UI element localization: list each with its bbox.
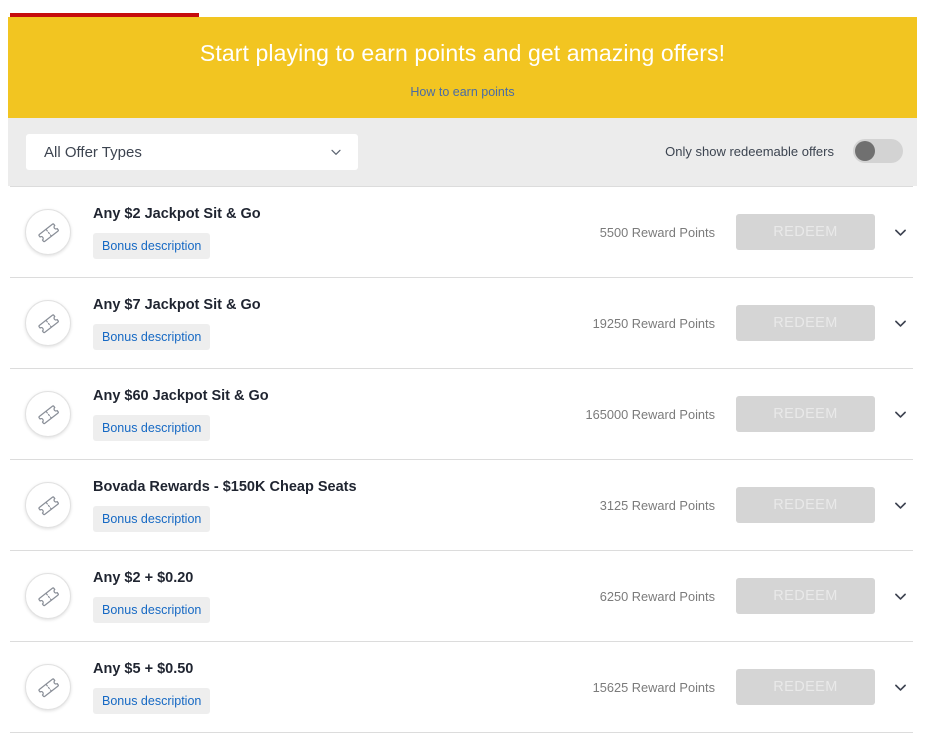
offer-row[interactable]: Bovada Rewards - $150K Cheap Seats Bonus…	[0, 460, 927, 550]
expand-row-button[interactable]	[887, 497, 913, 514]
bonus-description-chip[interactable]: Bonus description	[93, 233, 211, 259]
bonus-description-chip[interactable]: Bonus description	[93, 688, 211, 714]
offer-row[interactable]: Any $2 + $0.20 Bonus description 6250 Re…	[0, 551, 927, 641]
ticket-icon	[25, 300, 71, 346]
offer-points: 6250 Reward Points	[599, 588, 715, 604]
offer-text: Bovada Rewards - $150K Cheap Seats Bonus…	[93, 478, 600, 532]
offer-title: Any $60 Jackpot Sit & Go	[93, 388, 269, 404]
redeem-button[interactable]: REDEEM	[736, 487, 875, 523]
offer-points: 165000 Reward Points	[585, 406, 715, 422]
offer-points: 15625 Reward Points	[592, 679, 715, 695]
promo-title: Start playing to earn points and get ama…	[199, 40, 726, 66]
offer-text: Any $60 Jackpot Sit & Go Bonus descripti…	[93, 387, 586, 441]
expand-row-button[interactable]	[887, 679, 913, 696]
redeem-button[interactable]: REDEEM	[736, 305, 875, 341]
offer-row[interactable]: Any $2 Jackpot Sit & Go Bonus descriptio…	[0, 187, 927, 277]
offer-row[interactable]: Any $60 Jackpot Sit & Go Bonus descripti…	[0, 369, 927, 459]
offer-type-select[interactable]: All Offer Types	[26, 134, 358, 170]
offer-text: Any $5 + $0.50 Bonus description	[93, 660, 593, 714]
chevron-down-icon	[894, 593, 906, 600]
chevron-down-icon	[894, 411, 906, 418]
rewards-offers-page: Start playing to earn points and get ama…	[0, 0, 927, 749]
expand-row-button[interactable]	[887, 588, 913, 605]
ticket-icon	[25, 482, 71, 528]
offer-title: Any $5 + $0.50	[93, 661, 194, 677]
offer-text: Any $2 Jackpot Sit & Go Bonus descriptio…	[93, 205, 600, 259]
redeem-button[interactable]: REDEEM	[736, 669, 875, 705]
offer-title: Any $7 Jackpot Sit & Go	[93, 297, 261, 313]
offer-text: Any $7 Jackpot Sit & Go Bonus descriptio…	[93, 296, 593, 350]
bonus-description-chip[interactable]: Bonus description	[93, 324, 211, 350]
chevron-down-icon	[331, 149, 341, 155]
expand-row-button[interactable]	[887, 224, 913, 241]
chevron-down-icon	[894, 684, 906, 691]
bonus-description-chip[interactable]: Bonus description	[93, 597, 211, 623]
chevron-down-icon	[894, 320, 906, 327]
redeemable-offers-toggle[interactable]	[853, 139, 903, 163]
offer-points: 19250 Reward Points	[592, 315, 715, 331]
expand-row-button[interactable]	[887, 406, 913, 423]
offer-type-select-value: All Offer Types	[44, 143, 142, 161]
offer-row[interactable]: Any $7 Jackpot Sit & Go Bonus descriptio…	[0, 278, 927, 368]
ticket-icon	[25, 209, 71, 255]
offer-points: 3125 Reward Points	[599, 497, 715, 513]
ticket-icon	[25, 664, 71, 710]
redeem-button[interactable]: REDEEM	[736, 214, 875, 250]
bonus-description-chip[interactable]: Bonus description	[93, 506, 211, 532]
redeem-button[interactable]: REDEEM	[736, 578, 875, 614]
redeemable-toggle-label: Only show redeemable offers	[665, 143, 834, 159]
bonus-description-chip[interactable]: Bonus description	[93, 415, 211, 441]
chevron-down-icon	[894, 229, 906, 236]
expand-row-button[interactable]	[887, 315, 913, 332]
list-divider	[10, 732, 913, 733]
offer-title: Any $2 + $0.20	[93, 570, 194, 586]
redeemable-toggle-group: Only show redeemable offers	[665, 139, 903, 163]
ticket-icon	[25, 391, 71, 437]
offer-title: Any $2 Jackpot Sit & Go	[93, 206, 261, 222]
chevron-down-icon	[894, 502, 906, 509]
how-to-earn-points-link[interactable]: How to earn points	[410, 85, 514, 99]
offer-row[interactable]: Any $5 + $0.50 Bonus description 15625 R…	[0, 642, 927, 732]
offer-title: Bovada Rewards - $150K Cheap Seats	[93, 479, 357, 495]
offer-text: Any $2 + $0.20 Bonus description	[93, 569, 600, 623]
redeem-button[interactable]: REDEEM	[736, 396, 875, 432]
offers-list: Any $2 Jackpot Sit & Go Bonus descriptio…	[0, 186, 927, 733]
ticket-icon	[25, 573, 71, 619]
promo-banner: Start playing to earn points and get ama…	[8, 17, 917, 118]
toggle-knob	[855, 141, 875, 161]
offer-points: 5500 Reward Points	[599, 224, 715, 240]
filter-bar: All Offer Types Only show redeemable off…	[8, 118, 917, 186]
